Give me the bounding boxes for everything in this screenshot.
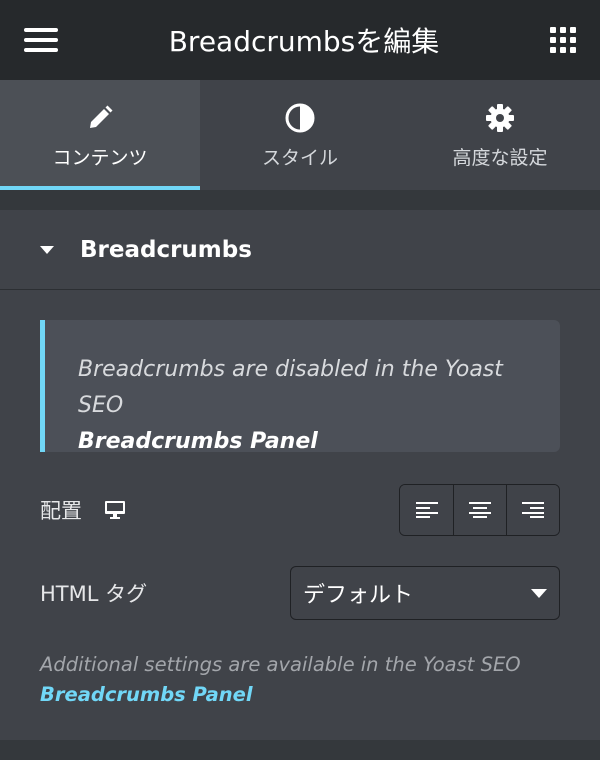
desktop-monitor-icon[interactable] [104,500,126,520]
tab-advanced[interactable]: 高度な設定 [400,80,600,190]
half-circle-icon [285,101,315,135]
alignment-control: 配置 [40,484,560,536]
html-tag-label: HTML タグ [40,582,148,606]
html-tag-select[interactable]: デフォルト [290,566,560,620]
panel-tabs: コンテンツ スタイル 高度な設定 [0,80,600,190]
pencil-icon [86,101,114,135]
hamburger-icon[interactable] [24,28,58,52]
additional-text: Additional settings are available in the… [40,653,521,676]
section-header-breadcrumbs[interactable]: Breadcrumbs [0,210,600,290]
info-notice: Breadcrumbs are disabled in the Yoast SE… [40,320,560,454]
notice-text: Breadcrumbs are disabled in the Yoast SE… [78,357,503,418]
tab-content-label: コンテンツ [52,146,148,169]
html-tag-selected: デフォルト [303,583,414,608]
align-right-icon [522,502,544,518]
breadcrumbs-panel-link[interactable]: Breadcrumbs Panel [40,680,560,710]
align-left-button[interactable] [400,485,453,535]
section-gap [0,190,600,210]
alignment-button-group [399,484,560,536]
section-title: Breadcrumbs [80,236,252,263]
grid-icon[interactable] [550,27,576,53]
additional-settings-note: Additional settings are available in the… [40,650,560,710]
html-tag-control: HTML タグ デフォルト [40,566,560,620]
alignment-label: 配置 [40,499,82,523]
align-center-button[interactable] [453,485,506,535]
tab-style[interactable]: スタイル [200,80,400,190]
editor-header: Breadcrumbsを編集 [0,0,600,80]
tab-advanced-label: 高度な設定 [452,146,548,169]
tab-style-label: スタイル [261,146,338,169]
align-center-icon [469,502,491,518]
align-right-button[interactable] [506,485,559,535]
align-left-icon [415,502,438,518]
notice-emphasis: Breadcrumbs Panel [78,429,318,454]
section-panel: Breadcrumbs are disabled in the Yoast SE… [0,290,600,740]
caret-down-icon [40,245,54,254]
chevron-down-icon [531,588,547,598]
page-title: Breadcrumbsを編集 [168,25,440,58]
tab-content[interactable]: コンテンツ [0,80,200,190]
gear-icon [485,101,515,135]
alignment-label-group: 配置 [40,495,126,525]
